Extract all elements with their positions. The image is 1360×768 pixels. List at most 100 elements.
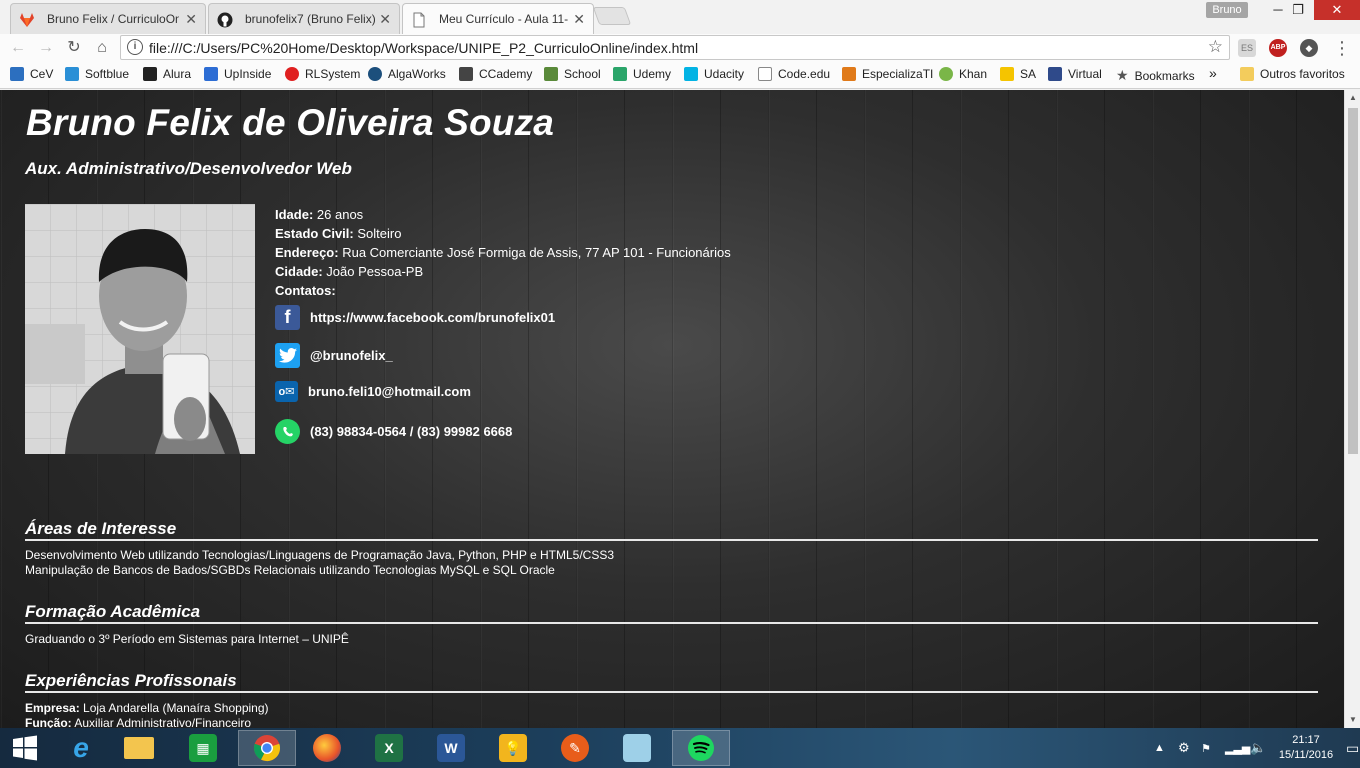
taskbar-spotify[interactable]	[672, 730, 730, 766]
lightbulb-icon: 💡	[499, 734, 527, 762]
contact-email[interactable]: o✉ bruno.feli10@hotmail.com	[275, 381, 471, 402]
resume-page: Bruno Felix de Oliveira Souza Aux. Admin…	[0, 90, 1344, 728]
bookmark-algaworks[interactable]: AlgaWorks	[368, 67, 446, 81]
job-role: Aux. Administrativo/Desenvolvedor Web	[25, 159, 352, 178]
bookmark-code-edu[interactable]: Code.edu	[758, 67, 830, 81]
bookmark-khan[interactable]: Khan	[939, 67, 987, 81]
page-scrollbar[interactable]: ▲ ▼	[1344, 90, 1360, 728]
taskbar-file-explorer[interactable]	[112, 730, 166, 766]
taskbar-internet-explorer[interactable]: e	[54, 730, 108, 766]
city-row: Cidade: João Pessoa-PB	[275, 264, 424, 279]
address-bar[interactable]: i file:///C:/Users/PC%20Home/Desktop/Wor…	[120, 35, 1230, 60]
bookmark-cev[interactable]: CeV	[10, 67, 53, 81]
scroll-up-icon[interactable]: ▲	[1345, 90, 1360, 106]
system-clock[interactable]: 21:17 15/11/2016	[1270, 733, 1342, 763]
tab-label: brunofelix7 (Bruno Felix)	[245, 12, 376, 26]
close-tab-icon[interactable]: ✕	[185, 11, 197, 28]
start-button[interactable]	[0, 730, 50, 766]
adblock-icon[interactable]: ABP	[1269, 39, 1287, 57]
bookmark-virtual[interactable]: Virtual	[1048, 67, 1102, 81]
new-tab-button[interactable]	[592, 7, 632, 25]
close-window-icon[interactable]: ✕	[1314, 0, 1360, 20]
rlsystem-icon	[285, 67, 299, 81]
taskbar-firefox[interactable]	[300, 730, 354, 766]
taskbar-chrome[interactable]	[238, 730, 296, 766]
profile-photo	[25, 204, 255, 454]
volume-icon[interactable]: 🔈	[1250, 728, 1266, 768]
folder-icon	[1240, 67, 1254, 81]
excel-icon: X	[375, 734, 403, 762]
scrollbar-thumb[interactable]	[1348, 108, 1358, 454]
taskbar-store[interactable]: ▦	[176, 730, 230, 766]
bookmark-ccademy[interactable]: CCademy	[459, 67, 532, 81]
language-extension-icon[interactable]: ES	[1238, 39, 1256, 57]
info-icon[interactable]: i	[127, 39, 143, 55]
other-bookmarks-folder[interactable]: Outros favoritos	[1240, 67, 1345, 81]
bookmark-sa[interactable]: SA	[1000, 67, 1036, 81]
reload-icon[interactable]: ↻	[64, 38, 84, 58]
forward-icon[interactable]: →	[36, 38, 56, 58]
taskbar-tips[interactable]: 💡	[486, 730, 540, 766]
bookmark-star-icon[interactable]: ☆	[1208, 37, 1223, 57]
personal-info: Idade: 26 anos Estado Civil: Solteiro En…	[275, 205, 731, 300]
outlook-icon: o✉	[275, 381, 298, 402]
folder-icon	[124, 737, 154, 759]
upinside-icon	[204, 67, 218, 81]
taskbar-word[interactable]: W	[424, 730, 478, 766]
tab-label: Meu Currículo - Aula 11-	[439, 12, 569, 26]
facebook-icon: f	[275, 305, 300, 330]
star-icon: ★	[1116, 67, 1129, 83]
internet-explorer-icon: e	[73, 732, 89, 763]
tab-github[interactable]: brunofelix7 (Bruno Felix) ✕	[208, 3, 400, 34]
bookmark-udemy[interactable]: Udemy	[613, 67, 671, 81]
contact-facebook[interactable]: f https://www.facebook.com/brunofelix01	[275, 305, 555, 330]
bookmark-school[interactable]: School	[544, 67, 601, 81]
restore-icon[interactable]: ❐	[1280, 0, 1316, 20]
bookmark-especializati[interactable]: EspecializaTI	[842, 67, 933, 81]
menu-icon[interactable]: ⋮	[1332, 38, 1352, 58]
taskbar-excel[interactable]: X	[362, 730, 416, 766]
url-text: file:///C:/Users/PC%20Home/Desktop/Works…	[149, 40, 699, 56]
bookmark-udacity[interactable]: Udacity	[684, 67, 744, 81]
sync-icon[interactable]: ⚙	[1178, 728, 1190, 768]
taskbar-app-orange[interactable]: ✎	[548, 730, 602, 766]
network-icon[interactable]: ▂▃▅	[1225, 728, 1250, 768]
tray-overflow-icon[interactable]: ▲	[1154, 728, 1165, 768]
taskbar-notepad[interactable]	[610, 730, 664, 766]
bookmark-upinside[interactable]: UpInside	[204, 67, 271, 81]
contact-phone[interactable]: (83) 98834-0564 / (83) 99982 6668	[275, 419, 512, 444]
khan-icon	[939, 67, 953, 81]
udacity-icon	[684, 67, 698, 81]
bookmarks-bar: CeV Softblue Alura UpInside RLSystem Alg…	[0, 62, 1360, 89]
home-icon[interactable]: ⌂	[92, 38, 112, 58]
chrome-icon	[253, 735, 281, 762]
tool-icon: ✎	[561, 734, 589, 762]
bookmark-softblue[interactable]: Softblue	[65, 67, 129, 81]
algaworks-icon	[368, 67, 382, 81]
bookmark-rlsystem[interactable]: RLSystem	[285, 67, 360, 81]
close-tab-icon[interactable]: ✕	[573, 11, 585, 28]
contact-twitter[interactable]: @brunofelix_	[275, 343, 393, 368]
word-icon: W	[437, 734, 465, 762]
bookmarks-overflow-button[interactable]: »	[1209, 65, 1217, 81]
bookmark-bookmarks[interactable]: ★ Bookmarks	[1116, 67, 1195, 84]
tab-label: Bruno Felix / CurriculoOn	[47, 12, 179, 26]
alura-icon	[143, 67, 157, 81]
back-icon[interactable]: ←	[8, 38, 28, 58]
interests-heading: Áreas de Interesse	[25, 519, 177, 538]
bookmark-alura[interactable]: Alura	[143, 67, 191, 81]
experience-text: Empresa: Loja Andarella (Manaíra Shoppin…	[25, 701, 269, 728]
tab-strip: Bruno Felix / CurriculoOn ✕ brunofelix7 …	[0, 0, 1360, 34]
civil-status-row: Estado Civil: Solteiro	[275, 226, 402, 241]
tab-gitlab[interactable]: Bruno Felix / CurriculoOn ✕	[10, 3, 206, 34]
age-row: Idade: 26 anos	[275, 207, 364, 222]
whatsapp-icon	[275, 419, 300, 444]
extension-icon[interactable]: ◆	[1300, 39, 1318, 57]
close-tab-icon[interactable]: ✕	[379, 11, 391, 28]
action-center-flag-icon[interactable]: ⚑	[1201, 728, 1211, 768]
scroll-down-icon[interactable]: ▼	[1345, 712, 1360, 728]
notifications-icon[interactable]: ▭	[1346, 728, 1359, 768]
tab-resume[interactable]: Meu Currículo - Aula 11- ✕	[402, 3, 594, 34]
spotify-icon	[688, 735, 714, 761]
profile-button[interactable]: Bruno	[1206, 2, 1248, 18]
